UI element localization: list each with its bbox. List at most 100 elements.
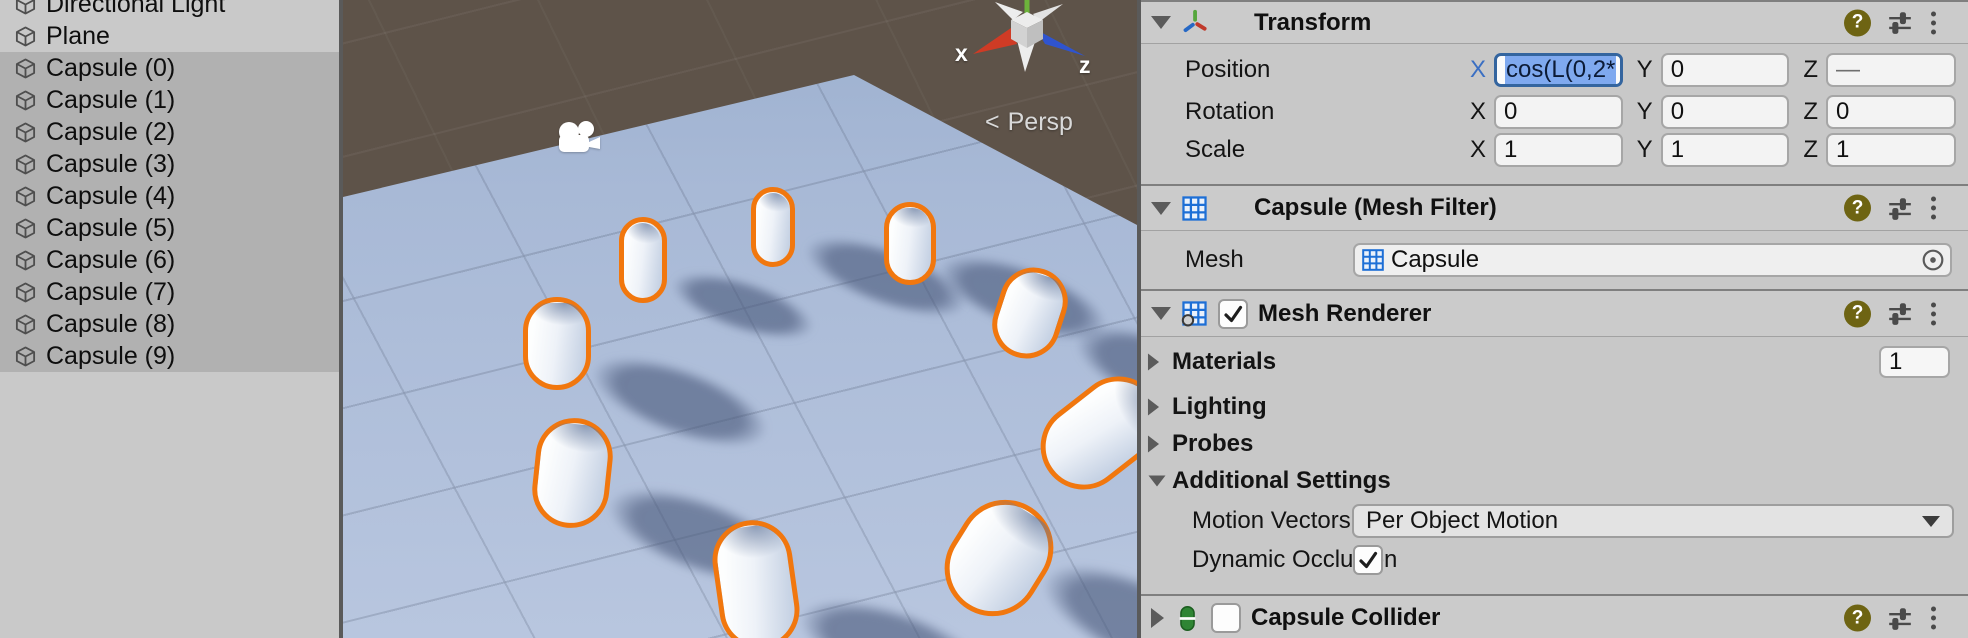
probes-row[interactable]: Probes [1141, 426, 1968, 462]
help-icon[interactable]: ? [1844, 300, 1871, 327]
foldout-expanded-icon[interactable] [1151, 202, 1171, 215]
object-picker-icon[interactable] [1920, 247, 1946, 273]
camera-gizmo-icon[interactable] [553, 118, 603, 158]
perspective-toggle[interactable]: < Persp [985, 108, 1073, 137]
kebab-menu-icon[interactable] [1929, 300, 1938, 327]
hierarchy-item-capsule-8[interactable]: Capsule (8) [0, 308, 339, 340]
hierarchy-item-label: Capsule (4) [46, 182, 175, 211]
preset-icon[interactable] [1887, 605, 1913, 631]
capsule-object[interactable] [751, 187, 795, 267]
hierarchy-item-label: Capsule (2) [46, 118, 175, 147]
position-x-field[interactable]: cos(L(0,2* [1494, 53, 1623, 87]
z-axis-label[interactable]: Z [1803, 56, 1818, 84]
rotation-row: Rotation X 0 Y 0 Z 0 [1141, 94, 1968, 130]
motion-vectors-value: Per Object Motion [1366, 507, 1558, 535]
hierarchy-item-capsule-7[interactable]: Capsule (7) [0, 276, 339, 308]
capsule-object[interactable] [619, 217, 667, 303]
rotation-x-field[interactable]: 0 [1494, 95, 1623, 129]
motion-vectors-dropdown[interactable]: Per Object Motion [1352, 504, 1954, 538]
additional-settings-label: Additional Settings [1172, 467, 1391, 495]
transform-header[interactable]: Transform ? [1141, 2, 1968, 44]
hierarchy-item-label: Capsule (6) [46, 246, 175, 275]
hierarchy-item-label: Capsule (0) [46, 54, 175, 83]
gizmo-z-axis-label[interactable]: z [1079, 52, 1091, 79]
cube-icon [14, 89, 37, 112]
x-axis-label[interactable]: X [1470, 136, 1486, 164]
gizmo-x-axis-label[interactable]: x [955, 40, 968, 67]
kebab-menu-icon[interactable] [1929, 9, 1938, 36]
rotation-y-field[interactable]: 0 [1661, 95, 1790, 129]
capsule-collider-icon [1174, 605, 1201, 632]
help-icon[interactable]: ? [1844, 9, 1871, 36]
help-icon[interactable]: ? [1844, 195, 1871, 222]
mesh-renderer-header[interactable]: Mesh Renderer ? [1141, 291, 1968, 337]
hierarchy-item-label: Capsule (3) [46, 150, 175, 179]
foldout-expanded-icon[interactable] [1149, 475, 1166, 486]
lighting-label: Lighting [1172, 393, 1267, 421]
position-row: Position X cos(L(0,2* Y 0 Z — [1141, 52, 1968, 88]
persp-arrow-icon: < [985, 108, 1000, 137]
rotation-z-field[interactable]: 0 [1826, 95, 1956, 129]
y-axis-label[interactable]: Y [1637, 136, 1653, 164]
cube-icon [14, 249, 37, 272]
kebab-menu-icon[interactable] [1929, 605, 1938, 632]
y-axis-label[interactable]: Y [1637, 56, 1653, 84]
capsule-collider-header[interactable]: Capsule Collider ? [1141, 596, 1968, 638]
foldout-collapsed-icon[interactable] [1148, 354, 1159, 371]
hierarchy-item-capsule-6[interactable]: Capsule (6) [0, 244, 339, 276]
mesh-filter-header[interactable]: Capsule (Mesh Filter) ? [1141, 186, 1968, 231]
capsule-collider-component: Capsule Collider ? [1141, 594, 1968, 638]
component-enabled-checkbox[interactable] [1218, 299, 1248, 329]
position-label: Position [1185, 56, 1270, 84]
materials-count-field[interactable]: 1 [1879, 346, 1950, 378]
hierarchy-item-capsule-0[interactable]: Capsule (0) [0, 52, 339, 84]
mesh-row: Mesh Capsule [1141, 242, 1968, 278]
foldout-expanded-icon[interactable] [1151, 307, 1171, 320]
mesh-icon [1361, 248, 1385, 272]
y-axis-label[interactable]: Y [1637, 98, 1653, 126]
dynamic-occlusion-checkbox[interactable] [1353, 545, 1383, 575]
mesh-object-field[interactable]: Capsule [1353, 243, 1952, 277]
foldout-collapsed-icon[interactable] [1148, 436, 1159, 453]
z-axis-label[interactable]: Z [1803, 136, 1818, 164]
preset-icon[interactable] [1887, 10, 1913, 36]
position-y-field[interactable]: 0 [1661, 53, 1790, 87]
preset-icon[interactable] [1887, 301, 1913, 327]
lighting-row[interactable]: Lighting [1141, 389, 1968, 425]
foldout-collapsed-icon[interactable] [1148, 399, 1159, 416]
x-axis-label[interactable]: X [1470, 98, 1486, 126]
x-axis-label[interactable]: X [1470, 56, 1486, 84]
unity-editor-window: Directional Light Plane Capsule (0) Caps… [0, 0, 1968, 638]
hierarchy-item-capsule-4[interactable]: Capsule (4) [0, 180, 339, 212]
help-icon[interactable]: ? [1844, 605, 1871, 632]
hierarchy-item-capsule-5[interactable]: Capsule (5) [0, 212, 339, 244]
hierarchy-item-plane[interactable]: Plane [0, 20, 339, 52]
capsule-object[interactable] [884, 202, 936, 285]
materials-row[interactable]: Materials 1 [1141, 344, 1968, 380]
additional-settings-row[interactable]: Additional Settings [1141, 463, 1968, 499]
scene-view[interactable]: x z < Persp [343, 0, 1137, 638]
preset-icon[interactable] [1887, 195, 1913, 221]
z-axis-label[interactable]: Z [1803, 98, 1818, 126]
scale-z-field[interactable]: 1 [1826, 133, 1956, 167]
mesh-object-value: Capsule [1391, 246, 1479, 274]
mesh-renderer-component: Mesh Renderer ? Materials 1 Lighting Pro… [1141, 289, 1968, 594]
foldout-collapsed-icon[interactable] [1151, 608, 1164, 628]
hierarchy-item-capsule-1[interactable]: Capsule (1) [0, 84, 339, 116]
capsule-object[interactable] [523, 297, 591, 390]
hierarchy-item-capsule-2[interactable]: Capsule (2) [0, 116, 339, 148]
rotation-label: Rotation [1185, 98, 1274, 126]
scale-y-field[interactable]: 1 [1661, 133, 1790, 167]
hierarchy-item-label: Capsule (1) [46, 86, 175, 115]
kebab-menu-icon[interactable] [1929, 195, 1938, 222]
mesh-label: Mesh [1185, 246, 1244, 274]
scale-x-field[interactable]: 1 [1494, 133, 1623, 167]
position-z-field[interactable]: — [1826, 53, 1956, 87]
component-enabled-checkbox[interactable] [1211, 603, 1241, 633]
hierarchy-item-capsule-9[interactable]: Capsule (9) [0, 340, 339, 372]
scale-label: Scale [1185, 136, 1245, 164]
cube-icon [14, 121, 37, 144]
hierarchy-item-directional-light[interactable]: Directional Light [0, 0, 339, 20]
hierarchy-item-capsule-3[interactable]: Capsule (3) [0, 148, 339, 180]
foldout-expanded-icon[interactable] [1151, 16, 1171, 29]
